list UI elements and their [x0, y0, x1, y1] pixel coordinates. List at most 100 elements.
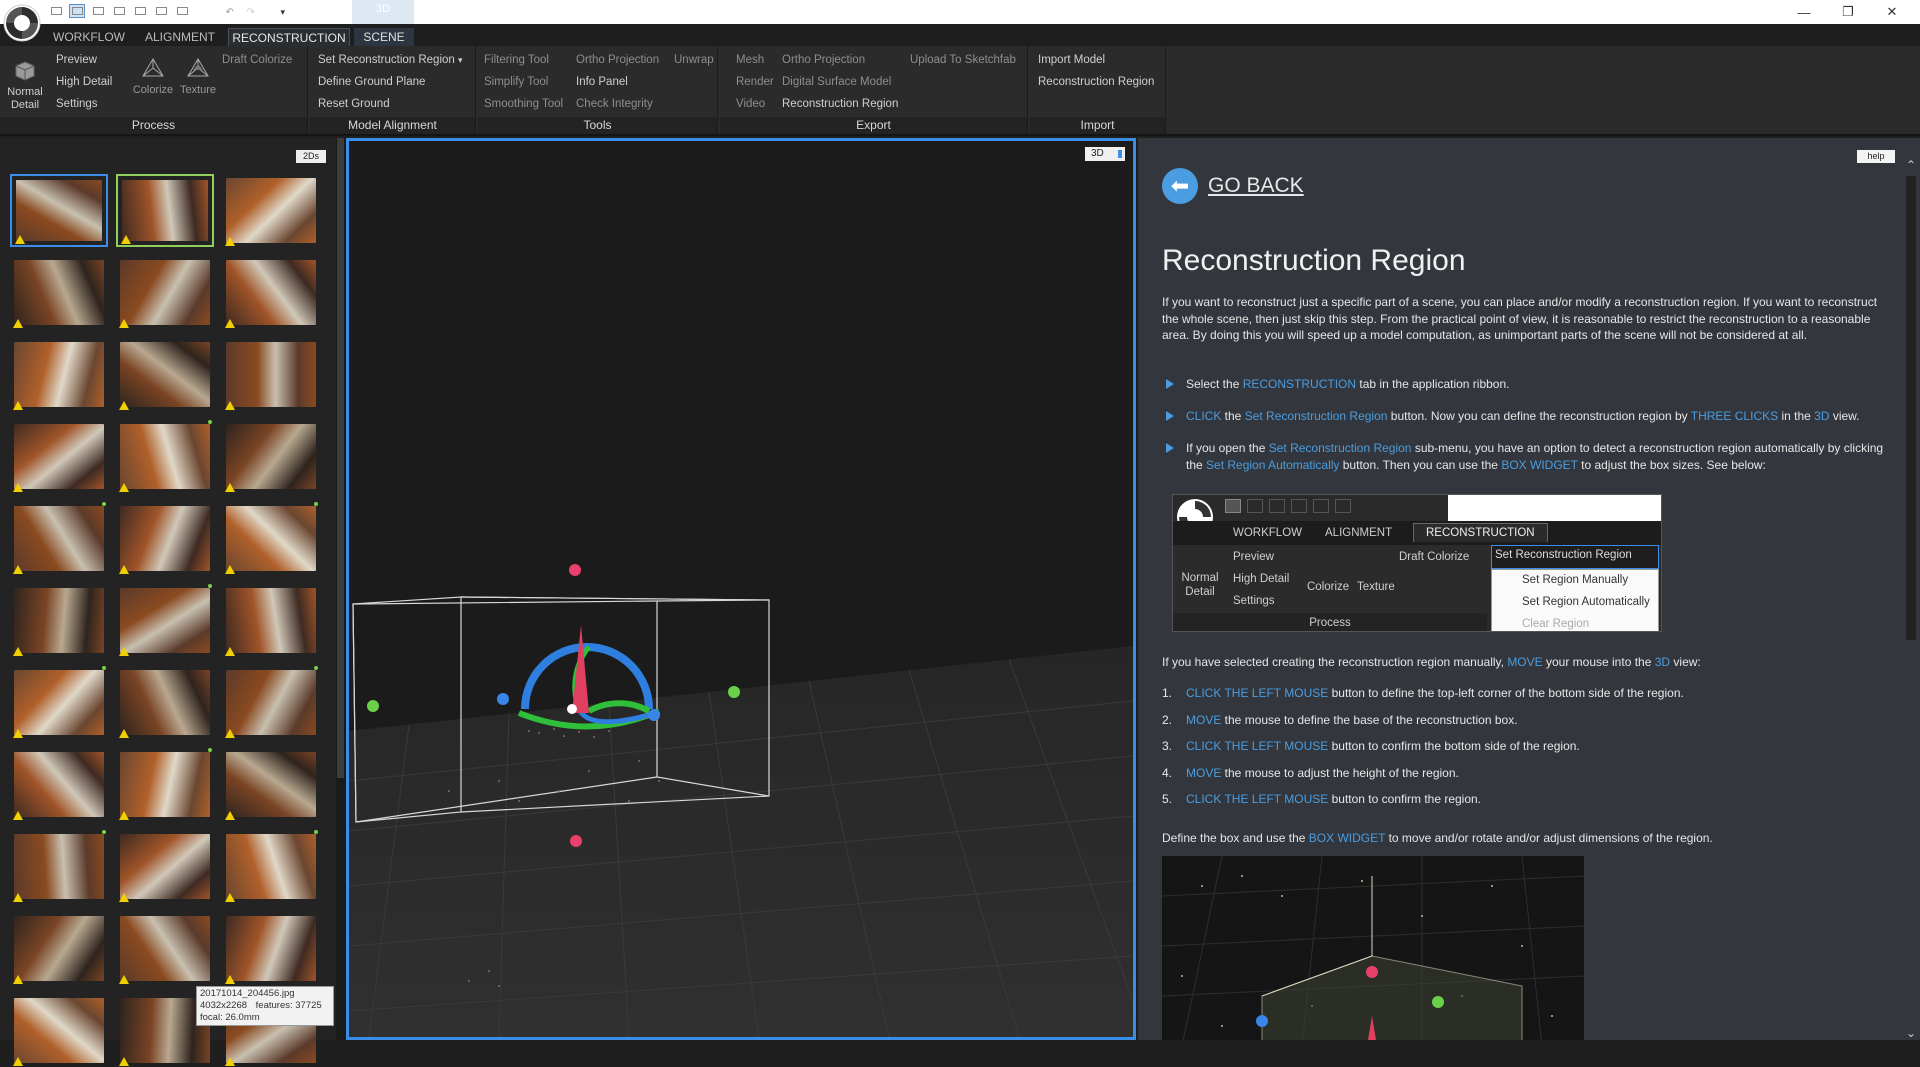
image-thumbnail[interactable] [222, 256, 320, 329]
scroll-up-icon[interactable]: ⌃ [1906, 158, 1916, 172]
step-5: 5. CLICK THE LEFT MOUSE button to confirm… [1162, 792, 1482, 806]
image-thumbnail[interactable] [10, 994, 108, 1067]
image-thumbnail[interactable] [10, 174, 108, 247]
image-thumbnail[interactable] [116, 912, 214, 985]
info-panel-button[interactable]: Info Panel [576, 76, 628, 88]
step-4: 4. MOVE the mouse to adjust the height of… [1162, 766, 1459, 780]
3d-viewport[interactable]: 3D [346, 138, 1136, 1040]
preview-button[interactable]: Preview [56, 54, 97, 66]
box-handle-top[interactable] [569, 564, 581, 576]
layout-3-button[interactable] [90, 4, 106, 18]
restore-icon[interactable]: ❐ [1826, 0, 1870, 24]
reset-ground-button[interactable]: Reset Ground [318, 98, 390, 110]
image-thumbnail[interactable] [10, 666, 108, 739]
image-thumbnail[interactable] [10, 748, 108, 821]
unwrap-button[interactable]: Unwrap [674, 54, 714, 66]
warning-icon [121, 235, 131, 244]
filtering-tool-button[interactable]: Filtering Tool [484, 54, 549, 66]
image-thumbnail[interactable] [10, 420, 108, 493]
image-thumbnail[interactable] [116, 338, 214, 411]
scroll-down-icon[interactable]: ⌄ [1906, 1026, 1916, 1040]
tab-reconstruction[interactable]: RECONSTRUCTION [228, 28, 350, 46]
image-thumbnail[interactable] [10, 338, 108, 411]
image-thumbnail[interactable] [116, 174, 214, 247]
layout-1-button[interactable] [48, 4, 64, 18]
draft-colorize-button[interactable]: Draft Colorize [222, 54, 292, 66]
layout-4-button[interactable] [111, 4, 127, 18]
set-reconstruction-region-button[interactable]: Set Reconstruction Region ▾ [318, 54, 463, 66]
link-set-region-automatically[interactable]: Set Region Automatically [1206, 458, 1339, 472]
tab-workflow[interactable]: WORKFLOW [48, 28, 130, 46]
box-handle-left[interactable] [367, 700, 379, 712]
link-set-reconstruction-region[interactable]: Set Reconstruction Region [1245, 409, 1388, 423]
image-thumbnail[interactable] [116, 420, 214, 493]
box-handle-right[interactable] [728, 686, 740, 698]
image-thumbnail[interactable] [116, 584, 214, 657]
texture-button[interactable]: Texture [176, 56, 220, 97]
upload-sketchfab-button[interactable]: Upload To Sketchfab [910, 54, 1016, 66]
export-mesh-button[interactable]: Mesh [736, 54, 764, 66]
redo-icon[interactable]: ↷ [244, 4, 260, 18]
image-thumbnail[interactable] [222, 174, 320, 247]
image-thumbnail[interactable] [10, 502, 108, 575]
close-icon[interactable]: ✕ [1870, 0, 1914, 24]
title-bar: ↶ ↷ ▾ 3D — ❐ ✕ [0, 0, 1920, 42]
image-thumbnail[interactable] [222, 666, 320, 739]
import-model-button[interactable]: Import Model [1038, 54, 1105, 66]
warning-icon [15, 235, 25, 244]
box-handle-back[interactable] [648, 709, 660, 721]
export-ortho-projection-button[interactable]: Ortho Projection [782, 54, 865, 66]
image-thumbnail[interactable] [222, 502, 320, 575]
image-thumbnail[interactable] [222, 338, 320, 411]
export-dsm-button[interactable]: Digital Surface Model [782, 76, 891, 88]
help-scrollbar[interactable]: ⌃ ⌄ [1902, 158, 1920, 1040]
box-handle-front[interactable] [497, 693, 509, 705]
go-back-link[interactable]: ⬅ GO BACK [1162, 168, 1304, 204]
layout-2-button[interactable] [69, 4, 85, 18]
export-reconstruction-region-button[interactable]: Reconstruction Region [782, 98, 898, 110]
image-thumbnail[interactable] [116, 666, 214, 739]
quick-3d-button[interactable]: 3D [352, 0, 414, 24]
image-thumbnail[interactable] [222, 420, 320, 493]
smoothing-tool-button[interactable]: Smoothing Tool [484, 98, 563, 110]
settings-button[interactable]: Settings [56, 98, 98, 110]
quick-access-dropdown-icon[interactable]: ▾ [278, 4, 294, 18]
check-integrity-button[interactable]: Check Integrity [576, 98, 653, 110]
export-render-button[interactable]: Render [736, 76, 774, 88]
high-detail-button[interactable]: High Detail [56, 76, 112, 88]
image-thumbnail[interactable] [222, 912, 320, 985]
simplify-tool-button[interactable]: Simplify Tool [484, 76, 548, 88]
scroll-thumb[interactable] [1906, 176, 1916, 640]
layout-5-button[interactable] [132, 4, 148, 18]
layout-6-button[interactable] [153, 4, 169, 18]
3d-view-button[interactable]: 3D [1085, 147, 1125, 161]
images-scrollbar[interactable] [336, 138, 346, 1040]
image-thumbnail[interactable] [10, 912, 108, 985]
layout-7-button[interactable] [174, 4, 190, 18]
image-thumbnail[interactable] [222, 584, 320, 657]
image-thumbnail[interactable] [10, 584, 108, 657]
box-handle-bottom[interactable] [570, 835, 582, 847]
ortho-projection-tool-button[interactable]: Ortho Projection [576, 54, 659, 66]
define-ground-plane-button[interactable]: Define Ground Plane [318, 76, 425, 88]
colorize-button[interactable]: Colorize [130, 56, 176, 97]
image-thumbnail[interactable] [10, 256, 108, 329]
image-thumbnail[interactable] [222, 830, 320, 903]
image-thumbnail[interactable] [222, 748, 320, 821]
image-thumbnail[interactable] [116, 830, 214, 903]
image-thumbnail[interactable] [116, 748, 214, 821]
normal-detail-button[interactable]: Normal Detail [4, 60, 46, 112]
tab-alignment[interactable]: ALIGNMENT [138, 28, 222, 46]
2ds-view-button[interactable]: 2Ds [296, 150, 326, 163]
help-button[interactable]: help [1857, 150, 1895, 163]
warning-icon [119, 1057, 129, 1066]
tab-scene[interactable]: SCENE [354, 28, 414, 46]
image-thumbnail[interactable] [10, 830, 108, 903]
image-thumbnail[interactable] [116, 502, 214, 575]
import-reconstruction-region-button[interactable]: Reconstruction Region [1038, 76, 1154, 88]
undo-icon[interactable]: ↶ [223, 4, 239, 18]
minimize-icon[interactable]: — [1782, 0, 1826, 24]
link-reconstruction-tab[interactable]: RECONSTRUCTION [1243, 377, 1356, 391]
export-video-button[interactable]: Video [736, 98, 765, 110]
image-thumbnail[interactable] [116, 256, 214, 329]
